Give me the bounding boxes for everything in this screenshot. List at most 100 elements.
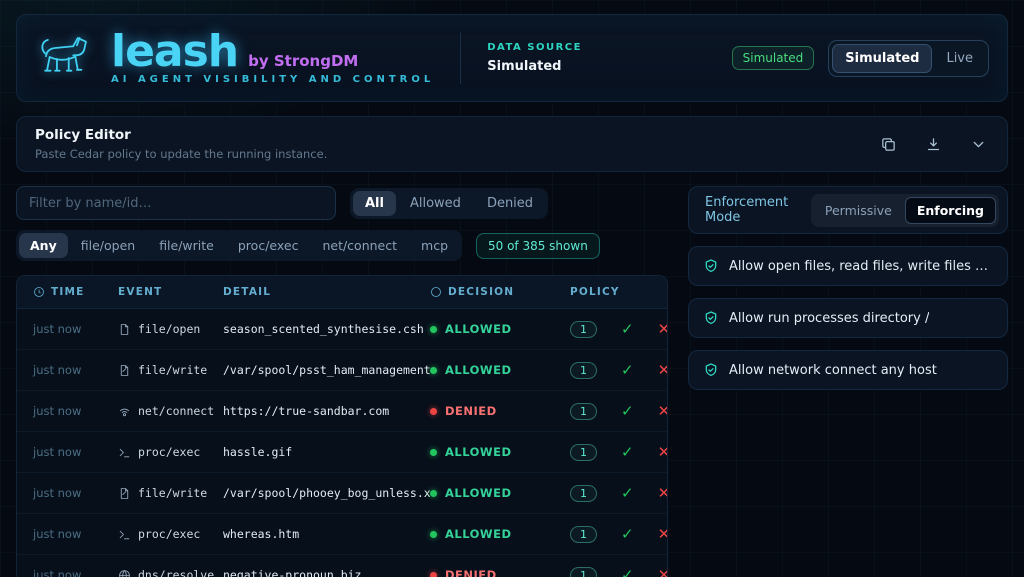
clock-icon bbox=[34, 287, 44, 297]
decision-badge: DENIED bbox=[430, 404, 570, 418]
decision-badge: ALLOWED bbox=[430, 445, 570, 459]
event-detail: https://true-sandbar.com bbox=[223, 404, 390, 418]
reject-icon[interactable]: ✕ bbox=[658, 361, 667, 379]
approve-icon[interactable]: ✓ bbox=[621, 361, 634, 379]
chip-mcp[interactable]: mcp bbox=[410, 233, 459, 258]
approve-icon[interactable]: ✓ bbox=[621, 566, 634, 577]
table-row[interactable]: just now net/connect https://true-sandba… bbox=[17, 391, 667, 432]
copy-icon[interactable] bbox=[878, 134, 899, 155]
file-pen-icon bbox=[120, 364, 129, 376]
enforcement-mode-card: Enforcement Mode Permissive Enforcing bbox=[688, 186, 1008, 234]
tab-denied[interactable]: Denied bbox=[475, 191, 545, 216]
col-header-event: EVENT bbox=[118, 286, 163, 298]
table-row[interactable]: just now dns/resolve negative-pronoun.bi… bbox=[17, 555, 667, 577]
file-pen-icon bbox=[120, 487, 129, 499]
event-type-filters: Any file/open file/write proc/exec net/c… bbox=[16, 230, 462, 261]
decision-badge: DENIED bbox=[430, 568, 570, 577]
policy-editor-subtitle: Paste Cedar policy to update the running… bbox=[35, 147, 328, 161]
data-source-value: Simulated bbox=[487, 59, 562, 74]
source-toggle-live[interactable]: Live bbox=[934, 45, 985, 72]
approve-icon[interactable]: ✓ bbox=[621, 320, 634, 338]
approve-icon[interactable]: ✓ bbox=[621, 525, 634, 543]
policies-panel: Enforcement Mode Permissive Enforcing Al… bbox=[688, 186, 1008, 577]
col-header-detail: DETAIL bbox=[223, 286, 272, 298]
reject-icon[interactable]: ✕ bbox=[658, 320, 667, 338]
policy-count-badge: 1 bbox=[570, 566, 597, 577]
dog-logo-icon bbox=[41, 37, 87, 72]
decision-badge: ALLOWED bbox=[430, 363, 570, 377]
policy-card-label: Allow network connect any host bbox=[729, 362, 937, 378]
event-type: file/open bbox=[118, 322, 223, 336]
tab-allowed[interactable]: Allowed bbox=[398, 191, 473, 216]
reject-icon[interactable]: ✕ bbox=[658, 566, 667, 577]
table-row[interactable]: just now proc/exec whereas.htm ALLOWED 1… bbox=[17, 514, 667, 555]
app-root: leash by StrongDM AI AGENT VISIBILITY AN… bbox=[0, 0, 1024, 577]
enforcement-toggle: Permissive Enforcing bbox=[810, 193, 999, 227]
policy-card-files[interactable]: Allow open files, read files, write file… bbox=[688, 246, 1008, 286]
source-toggle: Simulated Live bbox=[828, 39, 989, 77]
event-time: just now bbox=[33, 404, 82, 418]
table-header-row: TIME EVENT DETAIL DECISION POLICY bbox=[17, 276, 667, 309]
event-time: just now bbox=[33, 322, 82, 336]
table-row[interactable]: just now file/write /var/spool/phooey_bo… bbox=[17, 473, 667, 514]
event-time: just now bbox=[33, 363, 82, 377]
event-type: net/connect bbox=[118, 404, 223, 418]
globe-icon bbox=[119, 569, 130, 577]
brand-logo: leash by StrongDM AI AGENT VISIBILITY AN… bbox=[35, 29, 434, 87]
chevron-down-icon[interactable] bbox=[968, 134, 989, 155]
brand-tagline: AI AGENT VISIBILITY AND CONTROL bbox=[111, 74, 435, 86]
policy-count-badge: 1 bbox=[570, 484, 597, 502]
chip-proc-exec[interactable]: proc/exec bbox=[227, 233, 310, 258]
event-detail: /var/spool/psst_ham_management. bbox=[223, 363, 430, 377]
policy-editor-title: Policy Editor bbox=[35, 127, 131, 143]
policy-card-network[interactable]: Allow network connect any host bbox=[688, 350, 1008, 390]
network-icon bbox=[120, 408, 129, 416]
event-detail: hassle.gif bbox=[223, 445, 293, 459]
reject-icon[interactable]: ✕ bbox=[658, 525, 667, 543]
chip-any[interactable]: Any bbox=[19, 233, 68, 258]
source-toggle-simulated[interactable]: Simulated bbox=[832, 43, 933, 73]
decision-badge: ALLOWED bbox=[430, 527, 570, 541]
chip-file-open[interactable]: file/open bbox=[70, 233, 146, 258]
table-row[interactable]: just now file/open season_scented_synthe… bbox=[17, 309, 667, 350]
terminal-icon bbox=[119, 448, 130, 457]
approve-icon[interactable]: ✓ bbox=[621, 443, 634, 461]
policy-editor-bar: Policy Editor Paste Cedar policy to upda… bbox=[16, 116, 1008, 172]
decision-badge: ALLOWED bbox=[430, 322, 570, 336]
app-title: leash bbox=[111, 25, 239, 77]
events-table: TIME EVENT DETAIL DECISION POLICY just n… bbox=[16, 275, 668, 577]
download-icon[interactable] bbox=[923, 134, 944, 155]
reject-icon[interactable]: ✕ bbox=[658, 402, 667, 420]
chip-file-write[interactable]: file/write bbox=[148, 233, 225, 258]
event-type: proc/exec bbox=[118, 527, 223, 541]
policy-card-processes[interactable]: Allow run processes directory / bbox=[688, 298, 1008, 338]
tab-all[interactable]: All bbox=[353, 190, 396, 216]
policy-card-label: Allow run processes directory / bbox=[729, 310, 930, 326]
approve-icon[interactable]: ✓ bbox=[621, 484, 634, 502]
policy-editor-titles: Policy Editor Paste Cedar policy to upda… bbox=[35, 127, 327, 161]
enforcement-enforcing[interactable]: Enforcing bbox=[904, 196, 996, 224]
chip-net-connect[interactable]: net/connect bbox=[311, 233, 408, 258]
event-type: proc/exec bbox=[118, 445, 223, 459]
enforcement-permissive[interactable]: Permissive bbox=[814, 197, 903, 224]
event-detail: negative-pronoun.biz bbox=[223, 568, 362, 577]
events-panel: All Allowed Denied Any file/open file/wr… bbox=[16, 186, 668, 577]
event-detail: /var/spool/phooey_bog_unless.xh bbox=[223, 486, 430, 500]
event-time: just now bbox=[33, 527, 82, 541]
data-source-block: DATA SOURCE Simulated bbox=[487, 42, 582, 74]
decision-badge: ALLOWED bbox=[430, 486, 570, 500]
table-row[interactable]: just now proc/exec hassle.gif ALLOWED 1 … bbox=[17, 432, 667, 473]
event-time: just now bbox=[33, 568, 82, 577]
event-type: file/write bbox=[118, 363, 223, 377]
table-row[interactable]: just now file/write /var/spool/psst_ham_… bbox=[17, 350, 667, 391]
approve-icon[interactable]: ✓ bbox=[621, 402, 634, 420]
shield-check-icon bbox=[705, 259, 717, 272]
policy-count-badge: 1 bbox=[570, 361, 597, 379]
policy-count-badge: 1 bbox=[570, 320, 597, 338]
enforcement-mode-label: Enforcement Mode bbox=[705, 195, 789, 225]
terminal-icon bbox=[119, 530, 130, 539]
search-input[interactable] bbox=[16, 186, 336, 220]
reject-icon[interactable]: ✕ bbox=[658, 484, 667, 502]
reject-icon[interactable]: ✕ bbox=[658, 443, 667, 461]
policy-count-badge: 1 bbox=[570, 525, 597, 543]
